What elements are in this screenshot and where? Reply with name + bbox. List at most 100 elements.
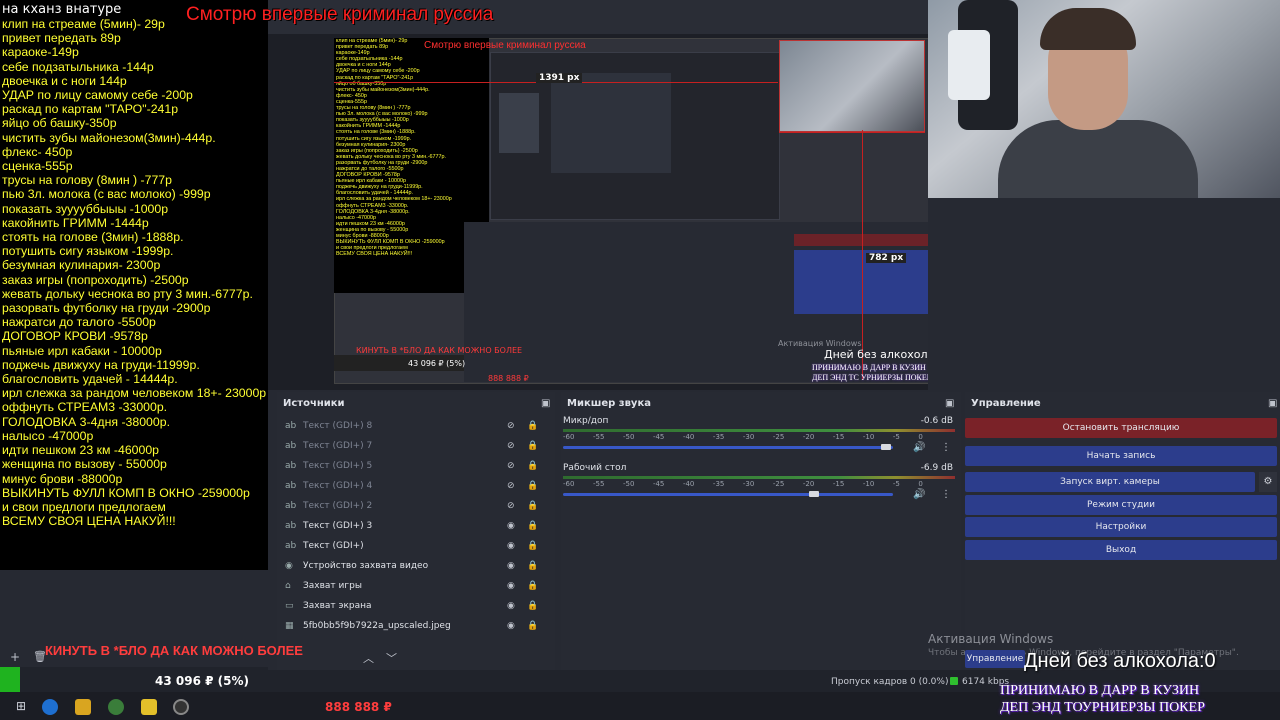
lock-icon[interactable]: 🔒 [527, 541, 538, 551]
stop-stream-button[interactable]: Остановить трансляцию [965, 418, 1277, 438]
text-icon: ab [285, 521, 297, 531]
edge-browser-icon[interactable] [42, 699, 58, 715]
source-item[interactable]: ab Текст (GDI+) 8 ⊘ 🔒 [277, 416, 555, 436]
volume-fader[interactable] [563, 446, 893, 449]
start-menu-icon[interactable]: ⊞ [13, 699, 29, 715]
price-list-item: ГОЛОДОВКА 3-4дня -38000р. [2, 414, 170, 429]
lock-icon[interactable]: 🔒 [527, 421, 538, 431]
source-item[interactable]: ⌂ Захват игры ◉ 🔒 [277, 576, 555, 596]
price-list-item: минус брови -88000р [2, 471, 123, 486]
lock-icon[interactable]: 🔒 [527, 561, 538, 571]
source-item[interactable]: ▦ 5fb0bb5f9b7922a_upscaled.jpeg ◉ 🔒 [277, 616, 555, 636]
price-list-item: безумная кулинария- 2300р [2, 258, 161, 273]
lock-icon[interactable]: 🔒 [527, 581, 538, 591]
volume-fader[interactable] [563, 493, 893, 496]
channel-menu-dots-icon[interactable]: ⋮ [941, 489, 951, 500]
nested-promo-2: ДЕП ЭНД ТС УРНИЕРЗЫ ПОКЕР [812, 373, 932, 382]
eye-icon[interactable]: ◉ [507, 581, 515, 591]
channel-menu-dots-icon[interactable]: ⋮ [941, 442, 951, 453]
settings-button[interactable]: Настройки [965, 517, 1277, 537]
lock-icon[interactable]: 🔒 [527, 501, 538, 511]
source-item[interactable]: ab Текст (GDI+) 2 ⊘ 🔒 [277, 496, 555, 516]
source-item[interactable]: ab Текст (GDI+) 5 ⊘ 🔒 [277, 456, 555, 476]
eye-hidden-icon[interactable]: ⊘ [507, 501, 515, 511]
volume-fader-knob[interactable] [809, 491, 819, 497]
scale-tick: -15 [832, 433, 845, 441]
scale-tick: -15 [832, 480, 845, 488]
obs-taskbar-icon[interactable] [173, 699, 189, 715]
mixer-dock-float-icon[interactable]: ▣ [945, 398, 954, 409]
source-item[interactable]: ab Текст (GDI+) 4 ⊘ 🔒 [277, 476, 555, 496]
lock-icon[interactable]: 🔒 [527, 601, 538, 611]
price-list-item: ВЫКИНУТЬ ФУЛЛ КОМП В ОКНО -259000р [2, 485, 250, 500]
price-list-item: жевать дольку чеснока во рту 3 мин.-6777… [2, 286, 253, 301]
add-scene-plus-icon[interactable]: + [10, 650, 20, 664]
source-item[interactable]: ab Текст (GDI+) 7 ⊘ 🔒 [277, 436, 555, 456]
sources-dock-float-icon[interactable]: ▣ [541, 398, 550, 409]
price-list-item: идти пешком 23 км -46000р [2, 443, 160, 458]
money-counter: 888 888 ₽ [325, 700, 392, 714]
mixer-channel: Рабочий стол -6.9 dB -60 -55 -50 -45 -40 -35 -30… [563, 463, 955, 507]
eye-hidden-icon[interactable]: ⊘ [507, 421, 515, 431]
chrome-browser-icon[interactable] [108, 699, 124, 715]
nested-money: 888 888 ₽ [488, 374, 529, 383]
scale-tick: -60 [563, 480, 575, 488]
eye-hidden-icon[interactable]: ⊘ [507, 461, 515, 471]
mixer-channel-name: Рабочий стол [563, 463, 627, 473]
eye-icon[interactable]: ◉ [507, 541, 515, 551]
scale-tick: -55 [592, 480, 605, 488]
source-name: Текст (GDI+) 5 [303, 461, 373, 471]
scale-tick: 0 [918, 480, 923, 488]
mixer-title: Микшер звука [567, 398, 651, 409]
lock-icon[interactable]: 🔒 [527, 621, 538, 631]
eye-icon[interactable]: ◉ [507, 621, 515, 631]
volume-scale: -60 -55 -50 -45 -40 -35 -30 -25 -20 -15 -10 -5 0 [563, 480, 923, 488]
move-down-chevron-icon[interactable]: ﹀ [386, 650, 397, 666]
scale-tick: -35 [712, 433, 725, 441]
source-item[interactable]: ab Текст (GDI+) ◉ 🔒 [277, 536, 555, 556]
file-explorer-icon[interactable] [75, 699, 91, 715]
text-icon: ab [285, 461, 297, 471]
move-up-chevron-icon[interactable]: ︿ [363, 650, 374, 666]
eye-icon[interactable]: ◉ [507, 601, 515, 611]
source-item[interactable]: ▭ Захват экрана ◉ 🔒 [277, 596, 555, 616]
scale-tick: -10 [862, 433, 875, 441]
studio-mode-button[interactable]: Режим студии [965, 495, 1277, 515]
scale-tick: -20 [802, 433, 815, 441]
price-list-item: стоять на голове (3мин) -1888р. [2, 230, 184, 245]
nested-editor-window [490, 52, 780, 220]
price-list-item: нажратси до талого -5500р [2, 315, 156, 330]
price-list-item: флекс- 450р [2, 144, 73, 159]
lock-icon[interactable]: 🔒 [527, 481, 538, 491]
eye-icon[interactable]: ◉ [507, 521, 515, 531]
sources-title: Источники [283, 398, 345, 409]
start-record-button[interactable]: Начать запись [965, 446, 1277, 466]
controls-dock-float-icon[interactable]: ▣ [1268, 398, 1277, 409]
app-icon[interactable] [141, 699, 157, 715]
source-item[interactable]: ◉ Устройство захвата видео ◉ 🔒 [277, 556, 555, 576]
virtual-camera-settings-gear-icon[interactable]: ⚙ [1259, 472, 1277, 492]
scale-tick: -5 [892, 433, 900, 441]
mixer-channel-db: -0.6 dB [920, 416, 953, 426]
price-list-item: ДОГОВОР КРОВИ -9578р [2, 329, 148, 344]
eye-hidden-icon[interactable]: ⊘ [507, 441, 515, 451]
lock-icon[interactable]: 🔒 [527, 441, 538, 451]
speaker-icon[interactable]: 🔊 [913, 489, 925, 500]
source-item[interactable]: ab Текст (GDI+) 3 ◉ 🔒 [277, 516, 555, 536]
volume-fader-knob[interactable] [881, 444, 891, 450]
gamepad-icon: ⌂ [285, 581, 291, 591]
price-list-item: УДАР по лицу самому себе -200р [2, 88, 193, 103]
source-name: Текст (GDI+) 3 [303, 521, 373, 531]
exit-button[interactable]: Выход [965, 540, 1277, 560]
promo-text: ПРИНИМАЮ В ДАРР В КУЗИН ДЕП ЭНД ТОУРНИЕР… [1000, 682, 1205, 716]
eye-hidden-icon[interactable]: ⊘ [507, 481, 515, 491]
virtual-camera-button[interactable]: Запуск вирт. камеры [965, 472, 1255, 492]
dropped-frames-status: Пропуск кадров 0 (0.0%) [831, 677, 949, 687]
lock-icon[interactable]: 🔒 [527, 461, 538, 471]
controls-panel-tab[interactable]: Управление [965, 650, 1025, 668]
mixer-channel-db: -6.9 dB [920, 463, 953, 473]
scale-tick: -50 [622, 433, 635, 441]
speaker-icon[interactable]: 🔊 [913, 442, 925, 453]
eye-icon[interactable]: ◉ [507, 561, 515, 571]
lock-icon[interactable]: 🔒 [527, 521, 538, 531]
